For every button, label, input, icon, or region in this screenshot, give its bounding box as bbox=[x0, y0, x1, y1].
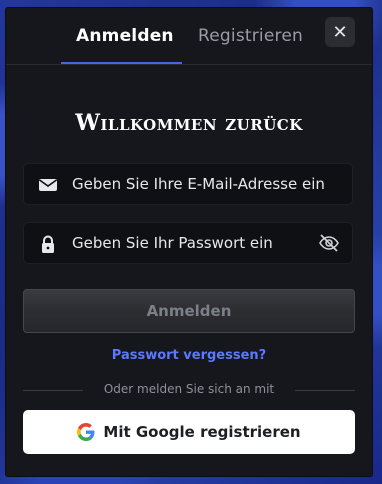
auth-modal: Anmelden Registrieren ✕ Willkommen zurüc… bbox=[6, 8, 372, 476]
eye-off-icon[interactable] bbox=[318, 233, 340, 253]
divider: Oder melden Sie sich an mit bbox=[23, 382, 355, 398]
tab-register[interactable]: Registrieren bbox=[198, 26, 303, 46]
google-signin-button[interactable]: Mit Google registrieren bbox=[23, 410, 355, 454]
divider-text: Oder melden Sie sich an mit bbox=[103, 382, 275, 396]
login-submit-button[interactable]: Anmelden bbox=[23, 289, 355, 333]
password-input[interactable] bbox=[72, 223, 332, 263]
tab-login[interactable]: Anmelden bbox=[76, 26, 174, 46]
auth-tabs: Anmelden Registrieren bbox=[6, 8, 372, 65]
page-title: Willkommen zurück bbox=[75, 110, 303, 136]
forgot-password-link[interactable]: Passwort vergessen? bbox=[6, 348, 372, 363]
email-input[interactable] bbox=[72, 164, 332, 204]
google-logo-icon bbox=[77, 423, 95, 441]
google-button-label: Mit Google registrieren bbox=[103, 423, 301, 441]
envelope-icon bbox=[38, 175, 58, 195]
close-icon: ✕ bbox=[332, 21, 348, 43]
lock-icon bbox=[38, 234, 58, 254]
divider-line-right bbox=[295, 390, 355, 391]
password-field bbox=[23, 222, 353, 264]
email-field bbox=[23, 163, 353, 205]
close-button[interactable]: ✕ bbox=[325, 17, 355, 47]
active-tab-indicator bbox=[61, 62, 182, 64]
